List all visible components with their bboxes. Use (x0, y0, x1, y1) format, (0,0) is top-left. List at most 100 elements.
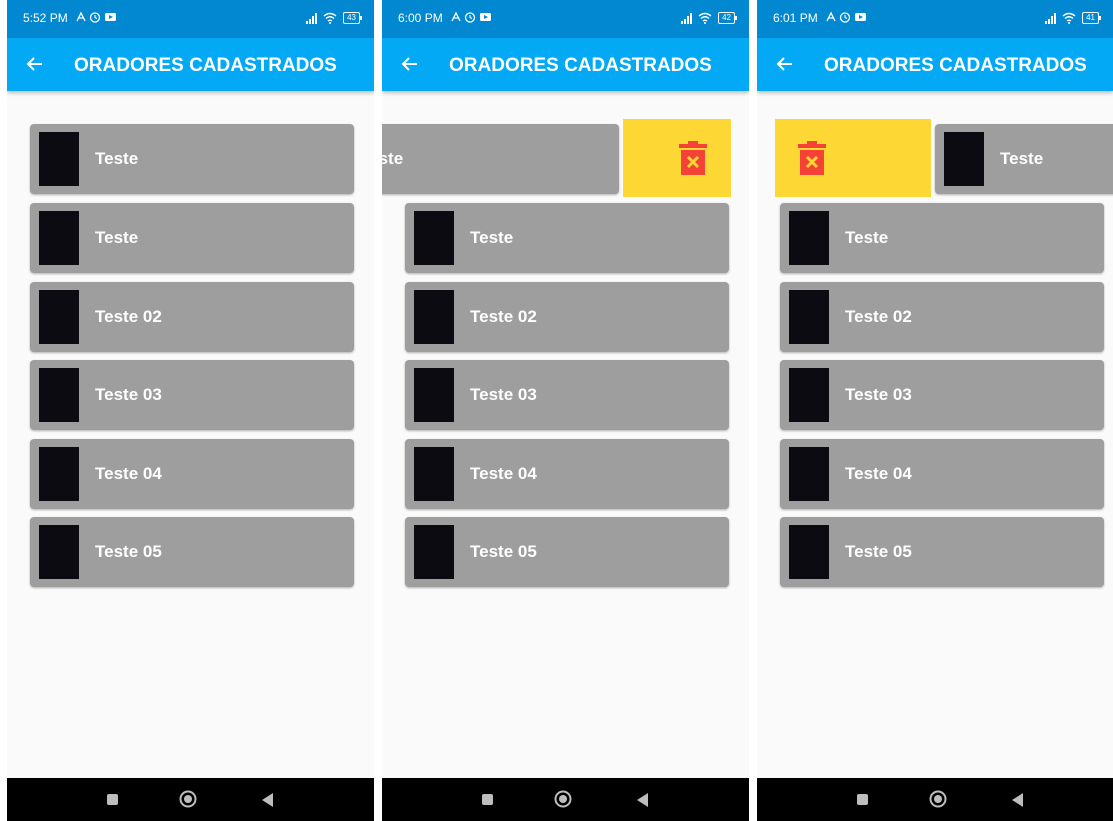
speaker-photo (414, 525, 454, 579)
signal-icon (1045, 12, 1057, 24)
status-time: 6:01 PM (773, 11, 818, 25)
status-time: 5:52 PM (23, 11, 68, 25)
alarm-icon (826, 11, 866, 23)
speaker-photo (414, 290, 454, 344)
list-item[interactable]: Teste 03 (405, 360, 729, 430)
status-bar: 6:01 PM 41 (757, 0, 1113, 38)
list-item-label: Teste (382, 149, 404, 168)
speaker-photo (414, 447, 454, 501)
list-item[interactable]: Teste 04 (405, 439, 729, 509)
home-circle-icon[interactable] (554, 790, 572, 808)
notification-icons (451, 11, 495, 26)
status-bar: 6:00 PM 42 (382, 0, 749, 38)
signal-icon (306, 12, 318, 24)
list-item[interactable]: Teste 04 (780, 439, 1104, 509)
list-item[interactable]: Teste (30, 124, 354, 194)
system-nav-bar (7, 778, 374, 821)
speaker-photo (39, 368, 79, 422)
status-right-icons: 41 (1045, 10, 1101, 26)
recent-apps-square-icon[interactable] (107, 794, 118, 805)
list-item[interactable]: Teste 02 (405, 282, 729, 352)
app-bar: ORADORES CADASTRADOS (382, 38, 749, 91)
recent-apps-square-icon[interactable] (482, 794, 493, 805)
list-item-label: Teste 04 (470, 464, 537, 483)
trash-icon (798, 141, 826, 175)
nav-back-triangle-icon[interactable] (1012, 793, 1023, 807)
phone-screen-2: 6:00 PM 42 ORADORES CADASTRADOS ste Test… (382, 0, 749, 821)
nav-back-triangle-icon[interactable] (262, 793, 273, 807)
status-time: 6:00 PM (398, 11, 443, 25)
notification-icons (76, 11, 120, 26)
status-bar: 5:52 PM 43 (7, 0, 374, 38)
recent-apps-square-icon[interactable] (857, 794, 868, 805)
list-item[interactable]: Teste (30, 203, 354, 273)
page-title: ORADORES CADASTRADOS (824, 55, 1087, 76)
list-item-label: Teste 05 (470, 542, 537, 561)
app-bar: ORADORES CADASTRADOS (7, 38, 374, 91)
list-item[interactable]: Teste 05 (405, 517, 729, 587)
back-arrow-icon[interactable] (23, 52, 47, 76)
notification-icons (826, 11, 870, 26)
list-item-label: Teste 05 (95, 542, 162, 561)
list-item-label: Teste 03 (95, 385, 162, 404)
speaker-photo (789, 368, 829, 422)
battery-icon: 41 (1082, 12, 1101, 24)
home-circle-icon[interactable] (929, 790, 947, 808)
list-item-label: Teste 05 (845, 542, 912, 561)
list-item[interactable]: Teste 05 (30, 517, 354, 587)
speaker-photo (789, 211, 829, 265)
swiped-list-item[interactable]: Teste (935, 124, 1113, 194)
list-item-label: Teste 02 (845, 307, 912, 326)
nav-back-triangle-icon[interactable] (637, 793, 648, 807)
app-bar: ORADORES CADASTRADOS (757, 38, 1113, 91)
list-item-label: Teste 03 (470, 385, 537, 404)
signal-icon (681, 12, 693, 24)
list-item-label: Teste (845, 228, 889, 247)
speaker-photo (789, 290, 829, 344)
list-item-label: Teste 03 (845, 385, 912, 404)
alarm-icon (451, 11, 491, 23)
swiped-list-item[interactable]: Teste (382, 124, 619, 194)
status-right-icons: 42 (681, 10, 737, 26)
list-item-label: Teste 02 (95, 307, 162, 326)
back-arrow-icon[interactable] (773, 52, 797, 76)
list-item-label: Teste 04 (95, 464, 162, 483)
list-item[interactable]: Teste (780, 203, 1104, 273)
list-item[interactable]: Teste 02 (30, 282, 354, 352)
page-title: ORADORES CADASTRADOS (449, 55, 712, 76)
speaker-photo (39, 132, 79, 186)
page-title: ORADORES CADASTRADOS (74, 55, 337, 76)
speaker-photo (789, 525, 829, 579)
home-circle-icon[interactable] (179, 790, 197, 808)
speaker-photo (414, 211, 454, 265)
list-item[interactable]: Teste 05 (780, 517, 1104, 587)
battery-icon: 42 (718, 12, 737, 24)
list-item[interactable]: Teste 03 (780, 360, 1104, 430)
system-nav-bar (382, 778, 749, 821)
battery-icon: 43 (343, 12, 362, 24)
back-arrow-icon[interactable] (398, 52, 422, 76)
list-item-label: Teste (95, 149, 139, 168)
speaker-photo (39, 447, 79, 501)
wifi-icon (1062, 12, 1076, 24)
trash-icon (679, 141, 707, 175)
delete-background[interactable] (775, 119, 931, 197)
list-item[interactable]: Teste (405, 203, 729, 273)
speaker-photo (944, 132, 984, 186)
speaker-photo (39, 211, 79, 265)
wifi-icon (698, 12, 712, 24)
phone-screen-1: 5:52 PM 43 ORADORES CADASTRADOS Teste Te… (7, 0, 374, 821)
list-item[interactable]: Teste 04 (30, 439, 354, 509)
speaker-photo (414, 368, 454, 422)
list-item[interactable]: Teste 03 (30, 360, 354, 430)
alarm-icon (76, 11, 116, 23)
speaker-photo (39, 525, 79, 579)
status-right-icons: 43 (306, 10, 362, 26)
list-item[interactable]: Teste 02 (780, 282, 1104, 352)
system-nav-bar (757, 778, 1113, 821)
phone-screen-3: 6:01 PM 41 ORADORES CADASTRADOS Teste Te… (757, 0, 1113, 821)
list-item-label: Teste 02 (470, 307, 537, 326)
speaker-photo (39, 290, 79, 344)
delete-background[interactable] (623, 119, 731, 197)
list-item-label: Teste (470, 228, 514, 247)
